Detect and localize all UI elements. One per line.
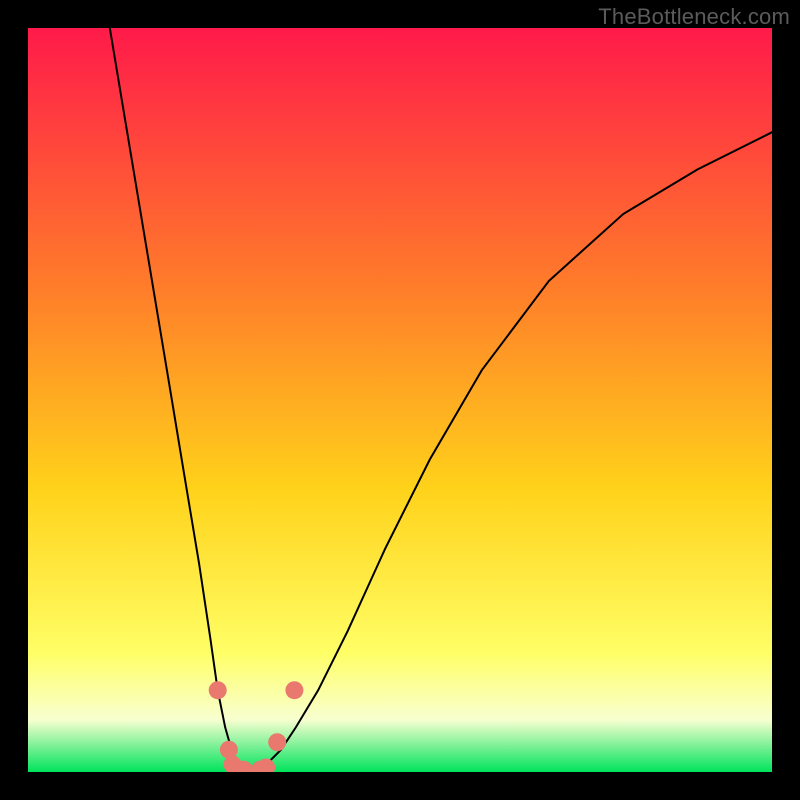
- plot-area: [28, 28, 772, 772]
- watermark-text: TheBottleneck.com: [598, 4, 790, 30]
- chart-svg: [28, 28, 772, 772]
- data-marker: [285, 681, 303, 699]
- data-marker: [209, 681, 227, 699]
- data-marker: [268, 733, 286, 751]
- chart-frame: TheBottleneck.com: [0, 0, 800, 800]
- gradient-background: [28, 28, 772, 772]
